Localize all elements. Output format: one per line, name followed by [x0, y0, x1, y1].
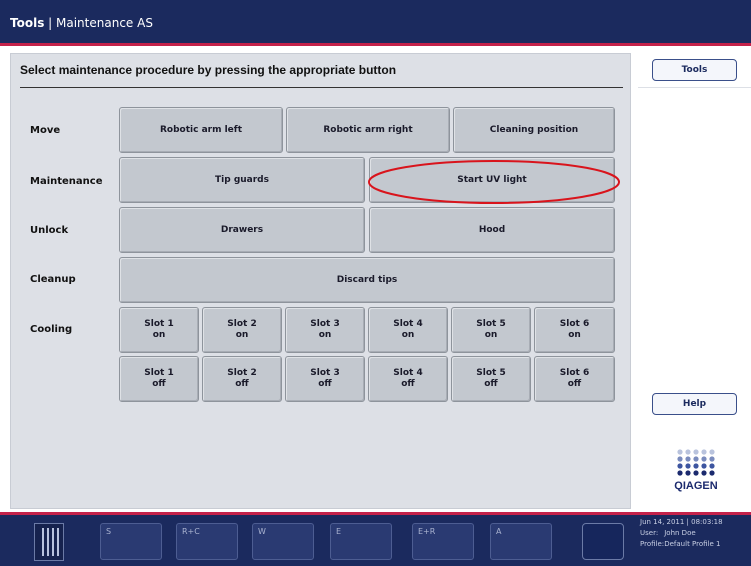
row-label-unlock: Unlock — [30, 225, 69, 236]
slot-state: off — [152, 379, 166, 389]
slot-2-off-button[interactable]: Slot 2 off — [202, 356, 282, 402]
slot-6-off-button[interactable]: Slot 6 off — [534, 356, 615, 402]
slot-state: off — [318, 379, 332, 389]
start-uv-light-button[interactable]: Start UV light — [369, 157, 615, 203]
row-label-maintenance: Maintenance — [30, 176, 103, 187]
bay-s-button[interactable]: S — [100, 523, 162, 560]
slot-state: on — [235, 330, 249, 340]
slot-label: Slot 4 — [393, 319, 423, 329]
slot-1-off-button[interactable]: Slot 1 off — [119, 356, 199, 402]
slot-state: on — [152, 330, 166, 340]
qiagen-logo: QIAGEN — [674, 449, 718, 492]
hood-button[interactable]: Hood — [369, 207, 615, 253]
bay-e-r-button[interactable]: E+R — [412, 523, 474, 560]
title-screen: Maintenance AS — [56, 16, 153, 30]
discard-tips-button[interactable]: Discard tips — [119, 257, 615, 303]
slot-label: Slot 5 — [476, 368, 506, 378]
slot-5-on-button[interactable]: Slot 5 on — [451, 307, 531, 353]
qiagen-logo-text: QIAGEN — [674, 480, 717, 492]
user-label: User: — [640, 529, 659, 537]
row-label-cleanup: Cleanup — [30, 274, 76, 285]
bay-label: S — [106, 527, 112, 536]
status-datetime: Jun 14, 2011 | 08:03:18 — [640, 518, 723, 526]
slot-3-off-button[interactable]: Slot 3 off — [285, 356, 365, 402]
slot-state: on — [401, 330, 415, 340]
title-separator: | — [44, 16, 57, 30]
slot-state: on — [568, 330, 581, 340]
help-button[interactable]: Help — [652, 393, 737, 415]
title-bar: Tools | Maintenance AS — [0, 0, 751, 46]
slot-state: off — [484, 379, 498, 389]
drawers-button[interactable]: Drawers — [119, 207, 365, 253]
side-divider — [638, 87, 751, 88]
profile-label: Profile: — [640, 540, 665, 548]
bay-label: W — [258, 527, 266, 536]
slot-state: off — [401, 379, 415, 389]
window-title: Tools | Maintenance AS — [10, 16, 153, 30]
robotic-arm-right-button[interactable]: Robotic arm right — [286, 107, 450, 153]
status-info: Jun 14, 2011 | 08:03:18 User: John Doe P… — [640, 517, 723, 550]
title-accent-line — [0, 43, 751, 46]
slot-label: Slot 1 — [144, 368, 174, 378]
user-name: John Doe — [664, 529, 696, 537]
slot-state: on — [318, 330, 332, 340]
instruction-divider — [20, 87, 623, 88]
cleaning-position-button[interactable]: Cleaning position — [453, 107, 615, 153]
row-label-cooling: Cooling — [30, 324, 73, 335]
title-app: Tools — [10, 16, 45, 30]
bay-w-button[interactable]: W — [252, 523, 314, 560]
profile-name: Default Profile 1 — [664, 540, 721, 548]
slot-6-on-button[interactable]: Slot 6 on — [534, 307, 615, 353]
tip-guards-button[interactable]: Tip guards — [119, 157, 365, 203]
slot-5-off-button[interactable]: Slot 5 off — [451, 356, 531, 402]
slot-state: off — [567, 379, 582, 389]
bay-e-button[interactable]: E — [330, 523, 392, 560]
bay-label: E+R — [418, 527, 436, 536]
slot-4-off-button[interactable]: Slot 4 off — [368, 356, 448, 402]
slot-label: Slot 2 — [227, 368, 257, 378]
status-button[interactable] — [582, 523, 624, 560]
instruction-text: Select maintenance procedure by pressing… — [20, 63, 397, 77]
slot-state: on — [484, 330, 498, 340]
bay-r-c-button[interactable]: R+C — [176, 523, 238, 560]
bay-label: E — [336, 527, 342, 536]
slot-1-on-button[interactable]: Slot 1 on — [119, 307, 199, 353]
bay-label: R+C — [182, 527, 200, 536]
slot-label: Slot 3 — [310, 368, 340, 378]
bay-label: A — [496, 527, 502, 536]
slot-state: off — [235, 379, 249, 389]
tools-button[interactable]: Tools — [652, 59, 737, 81]
slot-2-on-button[interactable]: Slot 2 on — [202, 307, 282, 353]
slot-label: Slot 2 — [227, 319, 257, 329]
slot-label: Slot 3 — [310, 319, 340, 329]
slot-3-on-button[interactable]: Slot 3 on — [285, 307, 365, 353]
worktable-icon[interactable] — [34, 523, 64, 561]
right-side-panel: Tools Help — [638, 53, 751, 509]
slot-label: Slot 6 — [559, 319, 590, 329]
slot-label: Slot 6 — [559, 368, 590, 378]
slot-4-on-button[interactable]: Slot 4 on — [368, 307, 448, 353]
slot-label: Slot 4 — [393, 368, 423, 378]
bay-a-button[interactable]: A — [490, 523, 552, 560]
slot-label: Slot 5 — [476, 319, 506, 329]
row-label-move: Move — [30, 125, 61, 136]
slot-label: Slot 1 — [144, 319, 174, 329]
bottom-accent-line — [0, 512, 751, 515]
robotic-arm-left-button[interactable]: Robotic arm left — [119, 107, 283, 153]
